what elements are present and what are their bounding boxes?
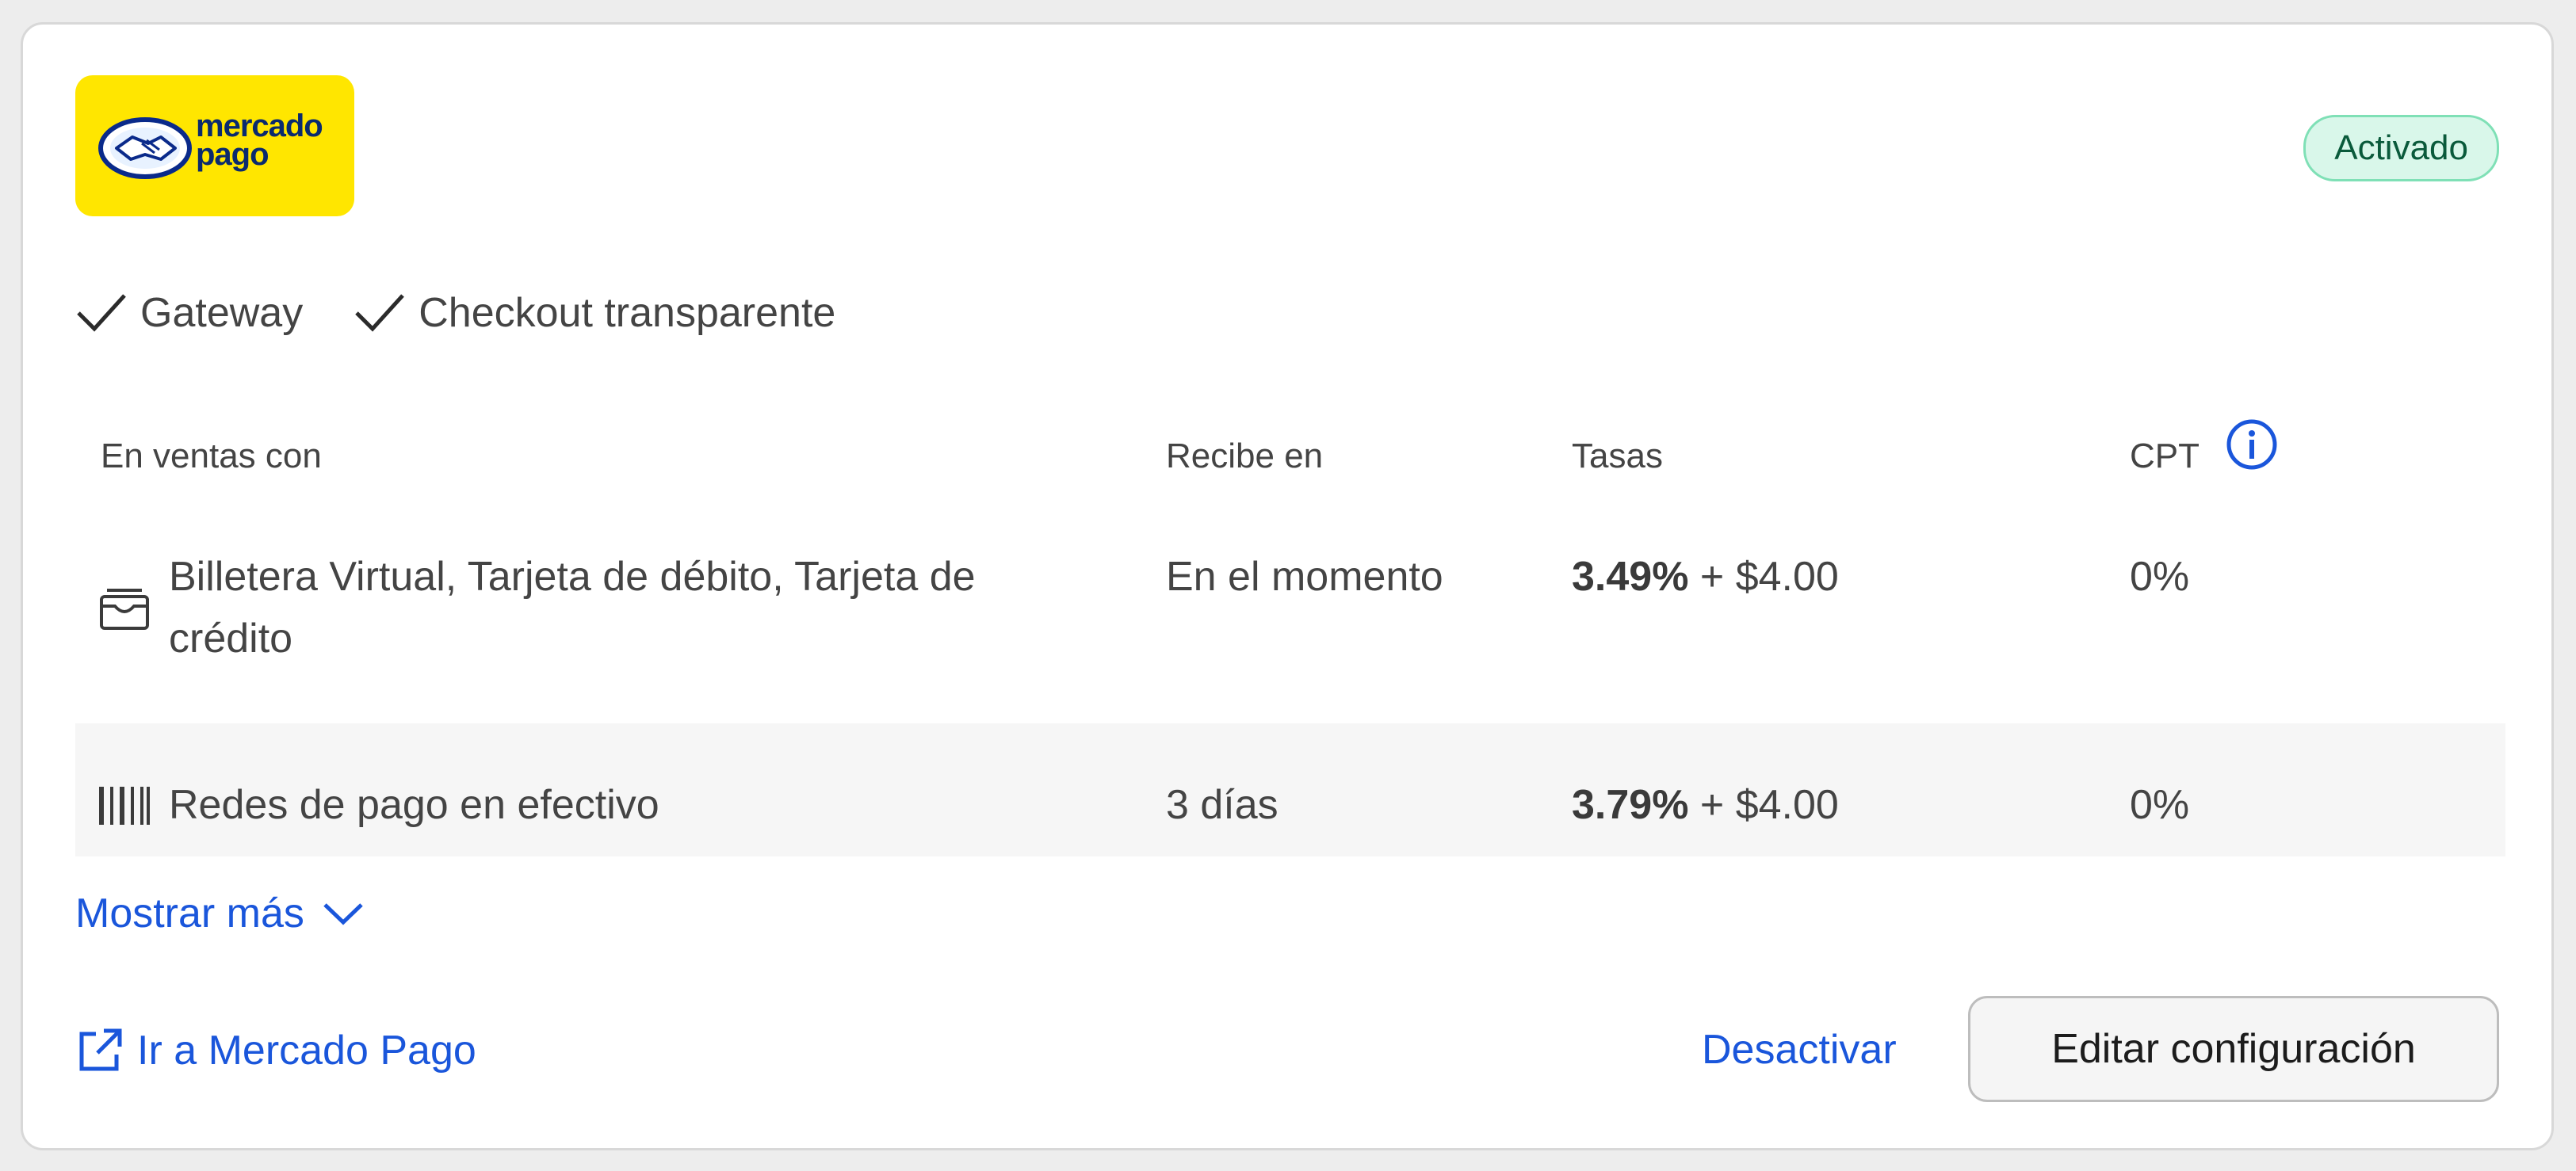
payment-provider-card: mercado pago Activado Gateway Checkout t…: [21, 22, 2554, 1150]
wallet-icon: [100, 589, 149, 630]
external-link-icon: [79, 1028, 122, 1071]
check-icon: [355, 294, 405, 332]
rate-percent: 3.49%: [1572, 554, 1689, 600]
edit-configuration-button[interactable]: Editar configuración: [1968, 996, 2499, 1102]
row-cpt: 0%: [2130, 554, 2190, 600]
feature-list: Gateway Checkout transparente: [75, 289, 886, 337]
header-rates: Tasas: [1572, 437, 1663, 475]
header-cpt: CPT: [2130, 437, 2200, 475]
header-receive: Recibe en: [1166, 437, 1324, 475]
feature-label: Checkout transparente: [419, 290, 836, 336]
rate-fixed: + $4.00: [1699, 554, 1839, 600]
status-badge: Activado: [2303, 115, 2499, 181]
methods-line: crédito: [169, 616, 293, 662]
rate-fixed: + $4.00: [1699, 782, 1839, 828]
info-icon[interactable]: [2225, 418, 2279, 471]
logo-text-line2: pago: [196, 137, 269, 172]
row-rates: 3.79% + $4.00: [1572, 774, 1839, 836]
go-to-label: Ir a Mercado Pago: [137, 1028, 476, 1074]
row-cpt: 0%: [2130, 782, 2190, 828]
show-more-link[interactable]: Mostrar más: [75, 890, 365, 937]
methods-line: Billetera Virtual, Tarjeta de débito, Ta…: [169, 554, 976, 600]
row-receive: 3 días: [1166, 782, 1278, 828]
rate-percent: 3.79%: [1572, 782, 1689, 828]
go-to-mercado-pago-link[interactable]: Ir a Mercado Pago: [75, 1026, 476, 1075]
row-methods: Billetera Virtual, Tarjeta de débito, Ta…: [169, 546, 976, 669]
check-icon: [77, 294, 126, 332]
feature-checkout-transparente: Checkout transparente: [354, 289, 835, 337]
chevron-down-icon: [323, 903, 363, 925]
feature-gateway: Gateway: [75, 289, 303, 337]
barcode-icon: [99, 787, 150, 825]
row-rates: 3.49% + $4.00: [1572, 546, 1839, 608]
row-receive: En el momento: [1166, 554, 1443, 600]
header-methods: En ventas con: [101, 437, 322, 475]
logo-text-line1: mercado: [196, 109, 323, 143]
mercado-pago-logo: mercado pago: [75, 75, 354, 216]
deactivate-link[interactable]: Desactivar: [1702, 1026, 1897, 1074]
show-more-label: Mostrar más: [75, 891, 304, 936]
feature-label: Gateway: [140, 290, 304, 336]
row-methods: Redes de pago en efectivo: [169, 782, 659, 828]
